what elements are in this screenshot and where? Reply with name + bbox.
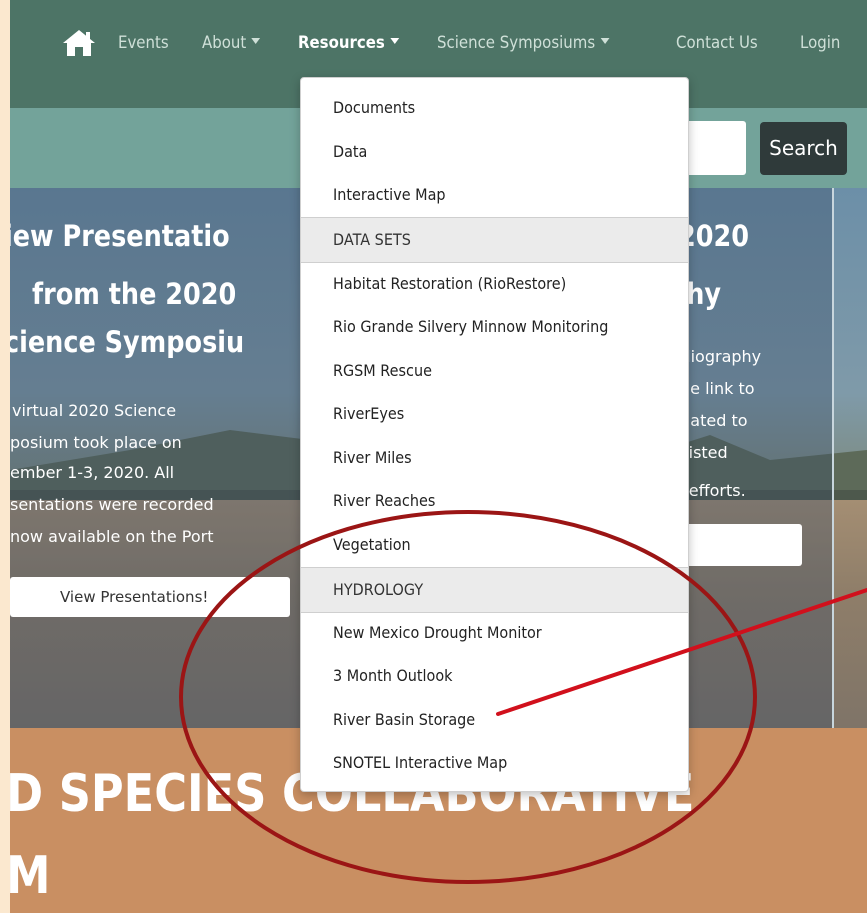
browser-viewport: Events About Resources Science Symposium… bbox=[10, 0, 867, 913]
nav-events-label: Events bbox=[118, 33, 169, 53]
search-button-label: Search bbox=[769, 136, 838, 160]
menu-item-vegetation[interactable]: Vegetation bbox=[333, 535, 411, 554]
view-presentations-label: View Presentations! bbox=[60, 588, 209, 606]
slide-title-line-3: cience Symposiu bbox=[10, 325, 245, 359]
slide-title-line-2: from the 2020 bbox=[32, 277, 237, 311]
nav-science-symposiums[interactable]: Science Symposiums bbox=[437, 33, 610, 53]
menu-item-rgsm-rescue[interactable]: RGSM Rescue bbox=[333, 361, 432, 380]
slide-title-line-1: iew Presentatio bbox=[10, 219, 230, 253]
nav-resources-label: Resources bbox=[298, 33, 385, 53]
menu-header-hydrology: HYDROLOGY bbox=[301, 567, 688, 613]
nav-login[interactable]: Login bbox=[800, 33, 840, 53]
menu-item-3-month-outlook[interactable]: 3 Month Outlook bbox=[333, 666, 453, 685]
slide-text-line-5: now available on the Port bbox=[10, 527, 214, 546]
resources-dropdown-menu: Documents Data Interactive Map DATA SETS… bbox=[300, 77, 689, 792]
menu-header-data-sets: DATA SETS bbox=[301, 217, 688, 263]
nav-login-label: Login bbox=[800, 33, 841, 53]
menu-header-hydrology-label: HYDROLOGY bbox=[333, 580, 424, 599]
menu-item-river-basin-storage[interactable]: River Basin Storage bbox=[333, 710, 475, 729]
menu-item-data[interactable]: Data bbox=[333, 142, 367, 161]
nav-events[interactable]: Events bbox=[118, 33, 169, 53]
home-icon[interactable] bbox=[62, 28, 96, 58]
menu-item-river-reaches[interactable]: River Reaches bbox=[333, 491, 435, 510]
nav-about[interactable]: About bbox=[202, 33, 261, 53]
nav-science-symposiums-label: Science Symposiums bbox=[437, 33, 596, 53]
slide2-text-line-2: he link to bbox=[680, 379, 755, 398]
nav-contact-us[interactable]: Contact Us bbox=[676, 33, 758, 53]
slide-text-line-1: virtual 2020 Science bbox=[12, 401, 177, 420]
slide-text-line-4: sentations were recorded bbox=[10, 495, 214, 514]
banner-line-2: M bbox=[10, 846, 51, 906]
menu-item-rgsm-monitoring[interactable]: Rio Grande Silvery Minnow Monitoring bbox=[333, 317, 608, 336]
search-button[interactable]: Search bbox=[760, 122, 847, 175]
menu-header-data-sets-label: DATA SETS bbox=[333, 230, 411, 249]
menu-item-river-miles[interactable]: River Miles bbox=[333, 448, 412, 467]
view-presentations-button[interactable]: View Presentations! bbox=[10, 577, 290, 617]
menu-item-interactive-map[interactable]: Interactive Map bbox=[333, 185, 446, 204]
slide2-button[interactable] bbox=[678, 524, 802, 566]
menu-item-habitat-restoration[interactable]: Habitat Restoration (RioRestore) bbox=[333, 274, 566, 293]
carousel-slide-presentations bbox=[10, 188, 300, 728]
nav-contact-us-label: Contact Us bbox=[676, 33, 758, 53]
slide-text-line-3: ember 1-3, 2020. All bbox=[10, 463, 175, 482]
menu-item-documents[interactable]: Documents bbox=[333, 98, 415, 117]
nav-about-label: About bbox=[202, 33, 247, 53]
menu-item-snotel-map[interactable]: SNOTEL Interactive Map bbox=[333, 753, 507, 772]
nav-resources[interactable]: Resources bbox=[298, 33, 399, 53]
caret-down-icon bbox=[390, 38, 399, 44]
caret-down-icon bbox=[600, 38, 610, 44]
menu-item-nm-drought-monitor[interactable]: New Mexico Drought Monitor bbox=[333, 623, 542, 642]
caret-down-icon bbox=[251, 38, 261, 44]
menu-item-rivereyes[interactable]: RiverEyes bbox=[333, 404, 404, 423]
slide-text-line-2: posium took place on bbox=[10, 433, 182, 452]
